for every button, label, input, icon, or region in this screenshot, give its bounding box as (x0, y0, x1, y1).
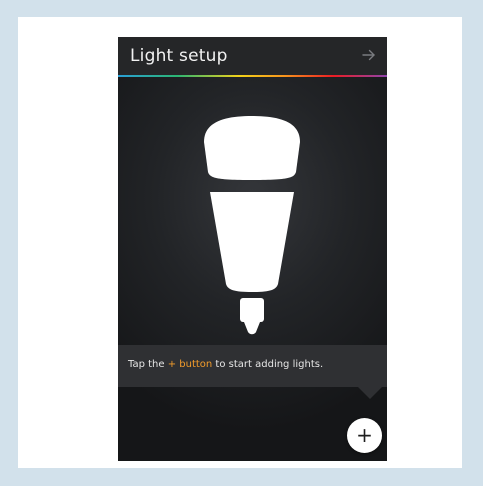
plus-icon: + (356, 423, 373, 447)
hint-text: Tap the + button to start adding lights. (128, 358, 323, 372)
hint-pointer (358, 387, 382, 399)
color-strip (118, 75, 387, 77)
app-screen: Light setup Tap the + button to start ad… (118, 37, 387, 461)
add-light-button[interactable]: + (347, 418, 382, 453)
hint-banner: Tap the + button to start adding lights. (118, 345, 387, 387)
page-title: Light setup (130, 46, 228, 66)
hint-prefix: Tap the (128, 359, 168, 370)
hint-accent: + button (167, 359, 213, 370)
app-header: Light setup (118, 37, 387, 75)
hint-suffix: to start adding lights. (212, 359, 324, 370)
arrow-right-icon[interactable] (361, 47, 377, 63)
light-bulb-icon (200, 114, 304, 336)
